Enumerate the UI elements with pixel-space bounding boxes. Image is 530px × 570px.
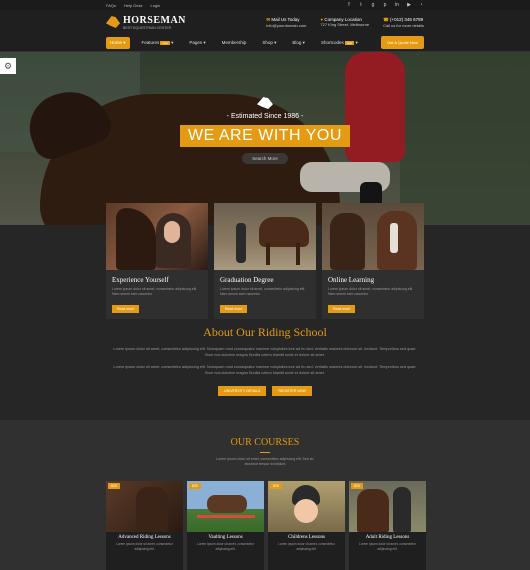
price-badge: $30: [189, 483, 201, 489]
price-badge: $25: [270, 483, 282, 489]
course-card[interactable]: $25 Adult Riding Lessons Lorem ipsum dol…: [349, 481, 426, 570]
google-plus-icon[interactable]: g: [370, 2, 376, 8]
price-badge: $25: [108, 483, 120, 489]
phone-label: (+012) 345 6789: [389, 16, 424, 22]
new-badge: new: [160, 40, 170, 45]
card-image: [322, 203, 424, 270]
nav-item-blog[interactable]: Blog ▾: [288, 37, 309, 49]
hero-search-button[interactable]: Search More: [242, 153, 288, 164]
course-image: $25: [106, 481, 183, 532]
price-badge: $25: [351, 483, 363, 489]
card-image: [106, 203, 208, 270]
mail-contact: ✉ Mail Us Today info@yourdomain.com: [266, 17, 306, 28]
course-image: $25: [349, 481, 426, 532]
feature-card: Online Learning Lorem ipsum dolor sit am…: [322, 203, 424, 319]
course-card[interactable]: $25 Childrens Lessons Lorem ipsum dolor …: [268, 481, 345, 570]
get-quote-button[interactable]: Get A Quote Now: [381, 36, 424, 49]
title-divider: [260, 452, 270, 453]
course-title: Advanced Riding Lessons: [118, 535, 171, 540]
card-title: Graduation Degree: [220, 276, 274, 284]
social-links: f t g p in ▶ ◔: [346, 2, 424, 8]
card-title: Experience Yourself: [112, 276, 169, 284]
university-details-button[interactable]: UNIVERSITY DETAILS: [218, 386, 267, 396]
new-badge: new: [344, 40, 355, 45]
read-more-button[interactable]: Read more: [112, 305, 140, 313]
nav-item-shortcodes[interactable]: Shortcodes new ▾: [317, 37, 362, 49]
about-title: About Our Riding School: [203, 325, 327, 339]
course-text: Lorem ipsum dolor sit amet, consectetur …: [116, 542, 173, 551]
course-text: Lorem ipsum dolor sit amet, consectetur …: [359, 542, 416, 551]
location-value: 727 King Street, Melbourne: [320, 21, 370, 27]
phone-icon: ☎: [383, 16, 389, 22]
feature-card: Experience Yourself Lorem ipsum dolor si…: [106, 203, 208, 319]
card-title: Online Learning: [328, 276, 375, 284]
pinterest-icon[interactable]: p: [382, 2, 388, 8]
help-desk-link[interactable]: Help Desk: [124, 3, 142, 8]
about-paragraph: Lorem ipsum dolor sit amet, consectetur …: [113, 347, 417, 357]
course-text: Lorem ipsum dolor sit amet, consectetur …: [197, 542, 254, 551]
about-section: About Our Riding School Lorem ipsum dolo…: [0, 325, 530, 396]
read-more-button[interactable]: Read more: [328, 305, 356, 313]
twitter-icon[interactable]: t: [358, 2, 364, 8]
course-list: $25 Advanced Riding Lessons Lorem ipsum …: [106, 481, 426, 570]
header-contacts: ✉ Mail Us Today info@yourdomain.com ● Co…: [266, 17, 424, 28]
phone-contact: ☎ (+012) 345 6789 Call us for more detai…: [383, 17, 424, 28]
nav-item-home[interactable]: Home ▾: [106, 36, 130, 49]
register-now-button[interactable]: REGISTER NOW: [272, 386, 312, 396]
hero-banner: ⚙ - Estimated Since 1986 - WE ARE WITH Y…: [0, 52, 530, 225]
horse-emblem-icon: [257, 97, 273, 109]
card-text: Lorem ipsum dolor sit amet, consectetur …: [328, 287, 414, 296]
brand-name: HORSEMAN: [123, 14, 186, 26]
mail-icon: ✉: [266, 16, 271, 22]
nav-item-shop[interactable]: Shop ▾: [258, 37, 280, 49]
courses-section: OUR COURSES Lorem ipsum dolor sit amet, …: [0, 420, 530, 570]
course-title: Vaulting Lessons: [208, 535, 243, 540]
horse-logo-icon: [106, 16, 120, 28]
card-text: Lorem ipsum dolor sit amet, consectetur …: [112, 287, 198, 296]
course-image: $25: [268, 481, 345, 532]
settings-gear-icon[interactable]: ⚙: [0, 58, 16, 74]
courses-subtitle: Lorem ipsum dolor sit amet, consectetur …: [216, 457, 314, 466]
feature-cards: Experience Yourself Lorem ipsum dolor si…: [106, 203, 424, 319]
hero-headline: WE ARE WITH YOU: [180, 125, 350, 147]
course-card[interactable]: $30 Vaulting Lessons Lorem ipsum dolor s…: [187, 481, 264, 570]
card-image: [214, 203, 316, 270]
main-nav: Home ▾ Features new ▾ Pages ▾ Membership …: [0, 34, 530, 52]
course-text: Lorem ipsum dolor sit amet, consectetur …: [278, 542, 335, 551]
nav-item-pages[interactable]: Pages ▾: [185, 37, 209, 49]
course-card[interactable]: $25 Advanced Riding Lessons Lorem ipsum …: [106, 481, 183, 570]
hero-established: - Estimated Since 1986 -: [226, 113, 304, 120]
phone-value: Call us for more details: [383, 22, 424, 28]
read-more-button[interactable]: Read more: [220, 305, 248, 313]
nav-item-features[interactable]: Features new ▾: [138, 37, 178, 49]
logo[interactable]: HORSEMAN BEST EQUESTRIAN CENTER: [106, 15, 186, 30]
site-header: HORSEMAN BEST EQUESTRIAN CENTER ✉ Mail U…: [0, 10, 530, 34]
feature-card: Graduation Degree Lorem ipsum dolor sit …: [214, 203, 316, 319]
courses-title: OUR COURSES: [230, 437, 300, 448]
youtube-icon[interactable]: ▶: [406, 2, 412, 8]
facebook-icon[interactable]: f: [346, 2, 352, 8]
linkedin-icon[interactable]: in: [394, 2, 400, 8]
login-link[interactable]: Login: [150, 3, 160, 8]
course-title: Childrens Lessons: [288, 535, 325, 540]
about-paragraph: Lorem ipsum dolor sit amet, consectetur …: [113, 365, 417, 375]
card-text: Lorem ipsum dolor sit amet, consectetur …: [220, 287, 306, 296]
mail-value[interactable]: info@yourdomain.com: [266, 23, 306, 28]
course-image: $30: [187, 481, 264, 532]
faqs-link[interactable]: FAQs: [106, 3, 116, 8]
brand-tagline: BEST EQUESTRIAN CENTER: [123, 25, 172, 30]
course-title: Adult Riding Lessons: [365, 535, 410, 540]
rss-icon[interactable]: ◔: [418, 2, 424, 8]
top-bar: FAQs Help Desk Login f t g p in ▶ ◔: [0, 0, 530, 10]
nav-item-membership[interactable]: Membership: [218, 37, 251, 48]
location-contact: ● Company Location 727 King Street, Melb…: [320, 17, 369, 28]
mail-label: Mail Us Today: [271, 16, 300, 22]
